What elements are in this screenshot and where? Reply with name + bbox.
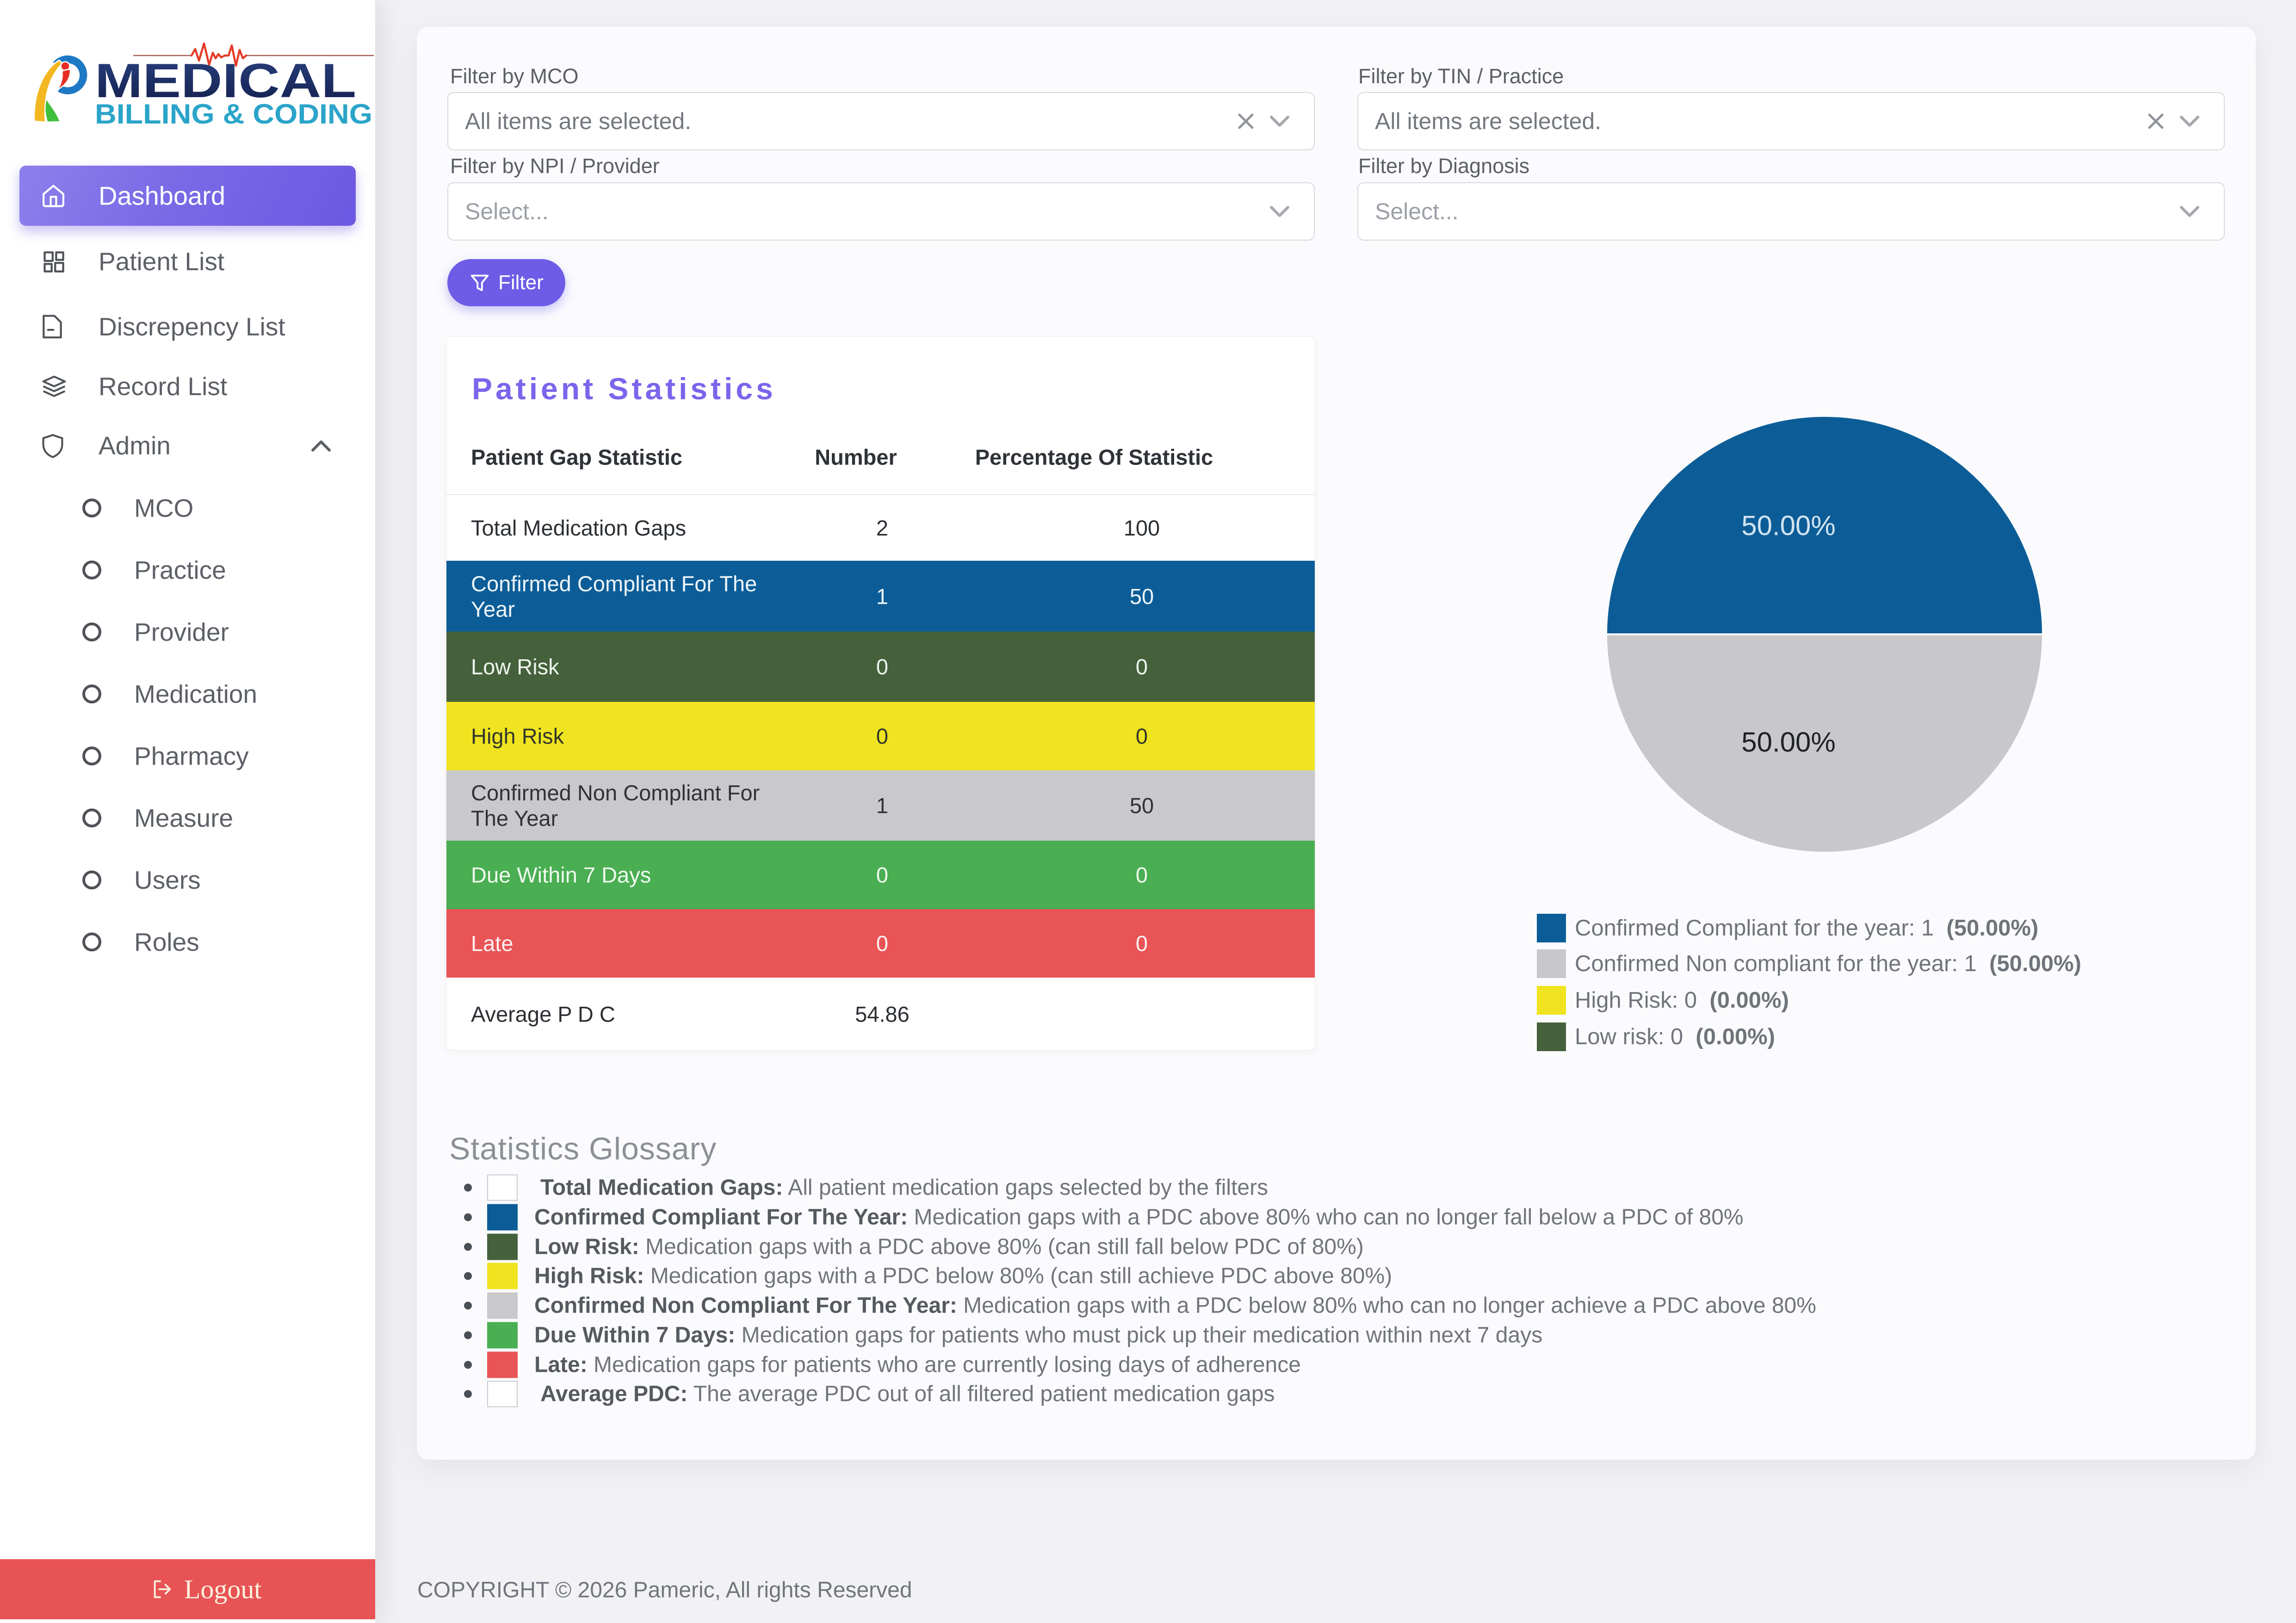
svg-text:BILLING & CODING: BILLING & CODING <box>95 99 372 130</box>
